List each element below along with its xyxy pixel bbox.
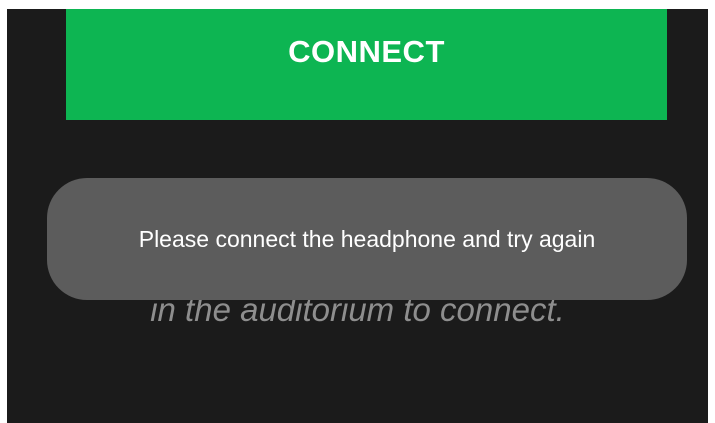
toast-message: Please connect the headphone and try aga… — [138, 225, 596, 252]
toast-notification: Please connect the headphone and try aga… — [47, 178, 687, 300]
connect-button[interactable]: CONNECT — [66, 9, 667, 120]
app-screen: CONNECT in the auditorium to connect. Pl… — [7, 9, 708, 423]
